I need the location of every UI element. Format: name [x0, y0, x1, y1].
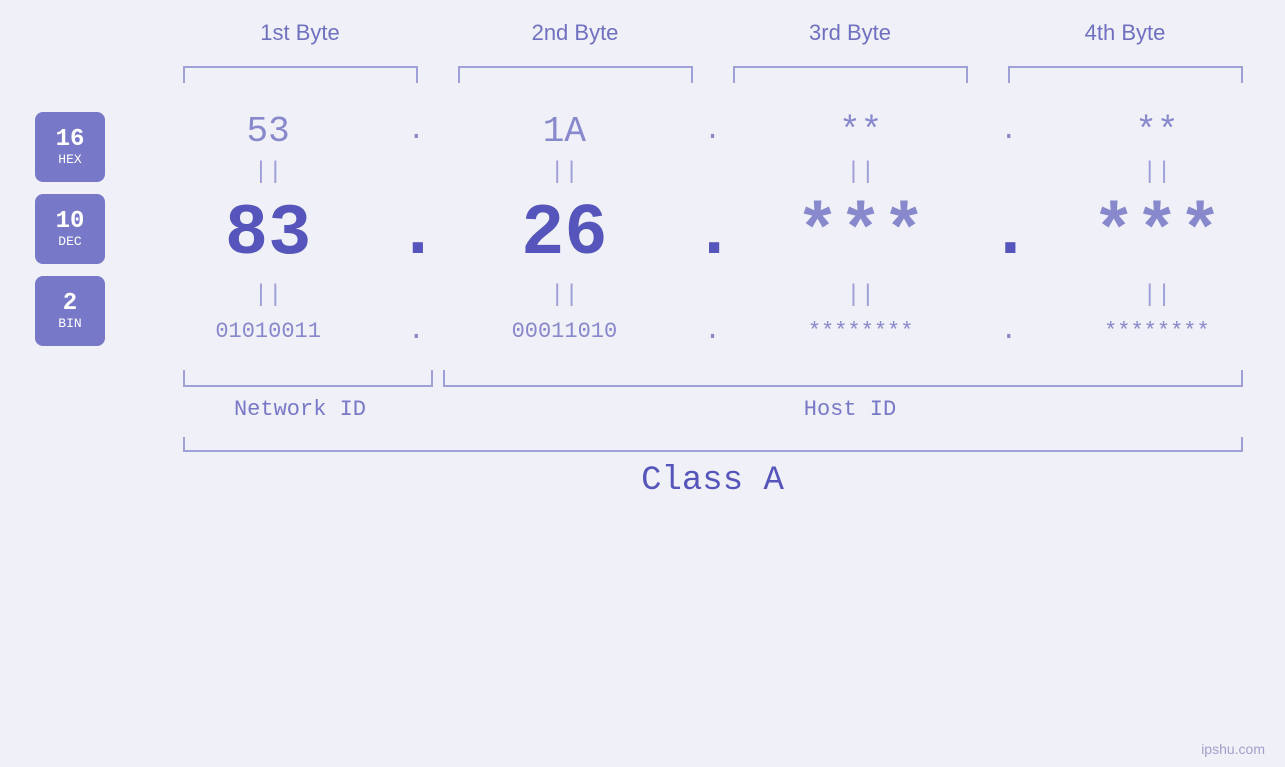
byte-header-3: 3rd Byte [713, 20, 988, 46]
eq2-sep-2 [693, 282, 733, 309]
hex-row: 53 . 1A . ** . ** [140, 106, 1285, 157]
hex-sep-1: . [396, 116, 436, 147]
bin-cell-2: 00011010 [436, 319, 692, 344]
hex-badge: 16 HEX [35, 112, 105, 182]
dec-sep-2: . [693, 193, 733, 275]
rows-area: 53 . 1A . ** . ** || || [140, 106, 1285, 352]
eq2-sep-3 [989, 282, 1029, 309]
bin-sep-1: . [396, 316, 436, 347]
top-brackets [163, 56, 1263, 86]
dec-value-4: *** [1092, 193, 1222, 275]
class-section: Class A [163, 437, 1263, 500]
hex-value-2: 1A [543, 111, 586, 152]
bracket-4 [988, 56, 1263, 86]
hex-badge-label: HEX [58, 152, 81, 167]
hex-value-3: ** [839, 111, 882, 152]
eq-sep-2 [693, 159, 733, 186]
byte-header-1: 1st Byte [163, 20, 438, 46]
main-container: 1st Byte 2nd Byte 3rd Byte 4th Byte 16 H… [0, 0, 1285, 767]
bin-value-2: 00011010 [512, 319, 618, 344]
bin-cell-4: ******** [1029, 319, 1285, 344]
dec-cell-2: 26 [436, 193, 692, 275]
bottom-brackets-row [163, 362, 1263, 392]
badges-column: 16 HEX 10 DEC 2 BIN [0, 106, 140, 352]
byte-header-2: 2nd Byte [438, 20, 713, 46]
bin-sep-3: . [989, 316, 1029, 347]
host-id-label: Host ID [438, 397, 1263, 422]
eq-cell-4: || [1029, 159, 1285, 186]
hex-cell-4: ** [1029, 111, 1285, 152]
hex-badge-number: 16 [56, 128, 85, 152]
eq2-cell-3: || [733, 282, 989, 309]
dec-cell-4: *** [1029, 193, 1285, 275]
byte-header-4: 4th Byte [988, 20, 1263, 46]
bin-row: 01010011 . 00011010 . ******** . *******… [140, 311, 1285, 352]
bin-cell-3: ******** [733, 319, 989, 344]
dec-cell-3: *** [733, 193, 989, 275]
bracket-3 [713, 56, 988, 86]
eq2-sep-1 [396, 282, 436, 309]
bottom-bracket-host [438, 362, 1263, 392]
hex-cell-1: 53 [140, 111, 396, 152]
dec-value-1: 83 [225, 193, 311, 275]
bin-badge: 2 BIN [35, 276, 105, 346]
eq2-cell-2: || [436, 282, 692, 309]
bin-sep-2: . [693, 316, 733, 347]
eq2-cell-4: || [1029, 282, 1285, 309]
hex-sep-2: . [693, 116, 733, 147]
bottom-labels-row: Network ID Host ID [163, 397, 1263, 422]
hex-sep-3: . [989, 116, 1029, 147]
bin-badge-number: 2 [63, 292, 77, 316]
hex-value-1: 53 [247, 111, 290, 152]
equals-row-2: || || || || [140, 280, 1285, 311]
dec-sep-1: . [396, 193, 436, 275]
bracket-2 [438, 56, 713, 86]
dec-value-3: *** [796, 193, 926, 275]
bottom-section: Network ID Host ID [163, 362, 1263, 422]
eq2-cell-1: || [140, 282, 396, 309]
byte-headers: 1st Byte 2nd Byte 3rd Byte 4th Byte [163, 20, 1263, 46]
bracket-1 [163, 56, 438, 86]
dec-badge-label: DEC [58, 234, 81, 249]
class-bracket [183, 437, 1243, 452]
dec-cell-1: 83 [140, 193, 396, 275]
network-id-label: Network ID [163, 397, 438, 422]
equals-row-1: || || || || [140, 157, 1285, 188]
bin-value-4: ******** [1104, 319, 1210, 344]
watermark: ipshu.com [1201, 741, 1265, 757]
bin-badge-label: BIN [58, 316, 81, 331]
hex-cell-3: ** [733, 111, 989, 152]
content-area: 16 HEX 10 DEC 2 BIN 53 . 1A [0, 106, 1285, 352]
dec-badge-number: 10 [56, 210, 85, 234]
eq-sep-1 [396, 159, 436, 186]
eq-cell-3: || [733, 159, 989, 186]
eq-cell-1: || [140, 159, 396, 186]
eq-cell-2: || [436, 159, 692, 186]
bottom-bracket-network [163, 362, 438, 392]
dec-badge: 10 DEC [35, 194, 105, 264]
bin-cell-1: 01010011 [140, 319, 396, 344]
class-label: Class A [163, 462, 1263, 500]
hex-cell-2: 1A [436, 111, 692, 152]
hex-value-4: ** [1135, 111, 1178, 152]
dec-sep-3: . [989, 193, 1029, 275]
eq-sep-3 [989, 159, 1029, 186]
dec-value-2: 26 [521, 193, 607, 275]
bin-value-1: 01010011 [215, 319, 321, 344]
bin-value-3: ******** [808, 319, 914, 344]
dec-row: 83 . 26 . *** . *** [140, 188, 1285, 280]
